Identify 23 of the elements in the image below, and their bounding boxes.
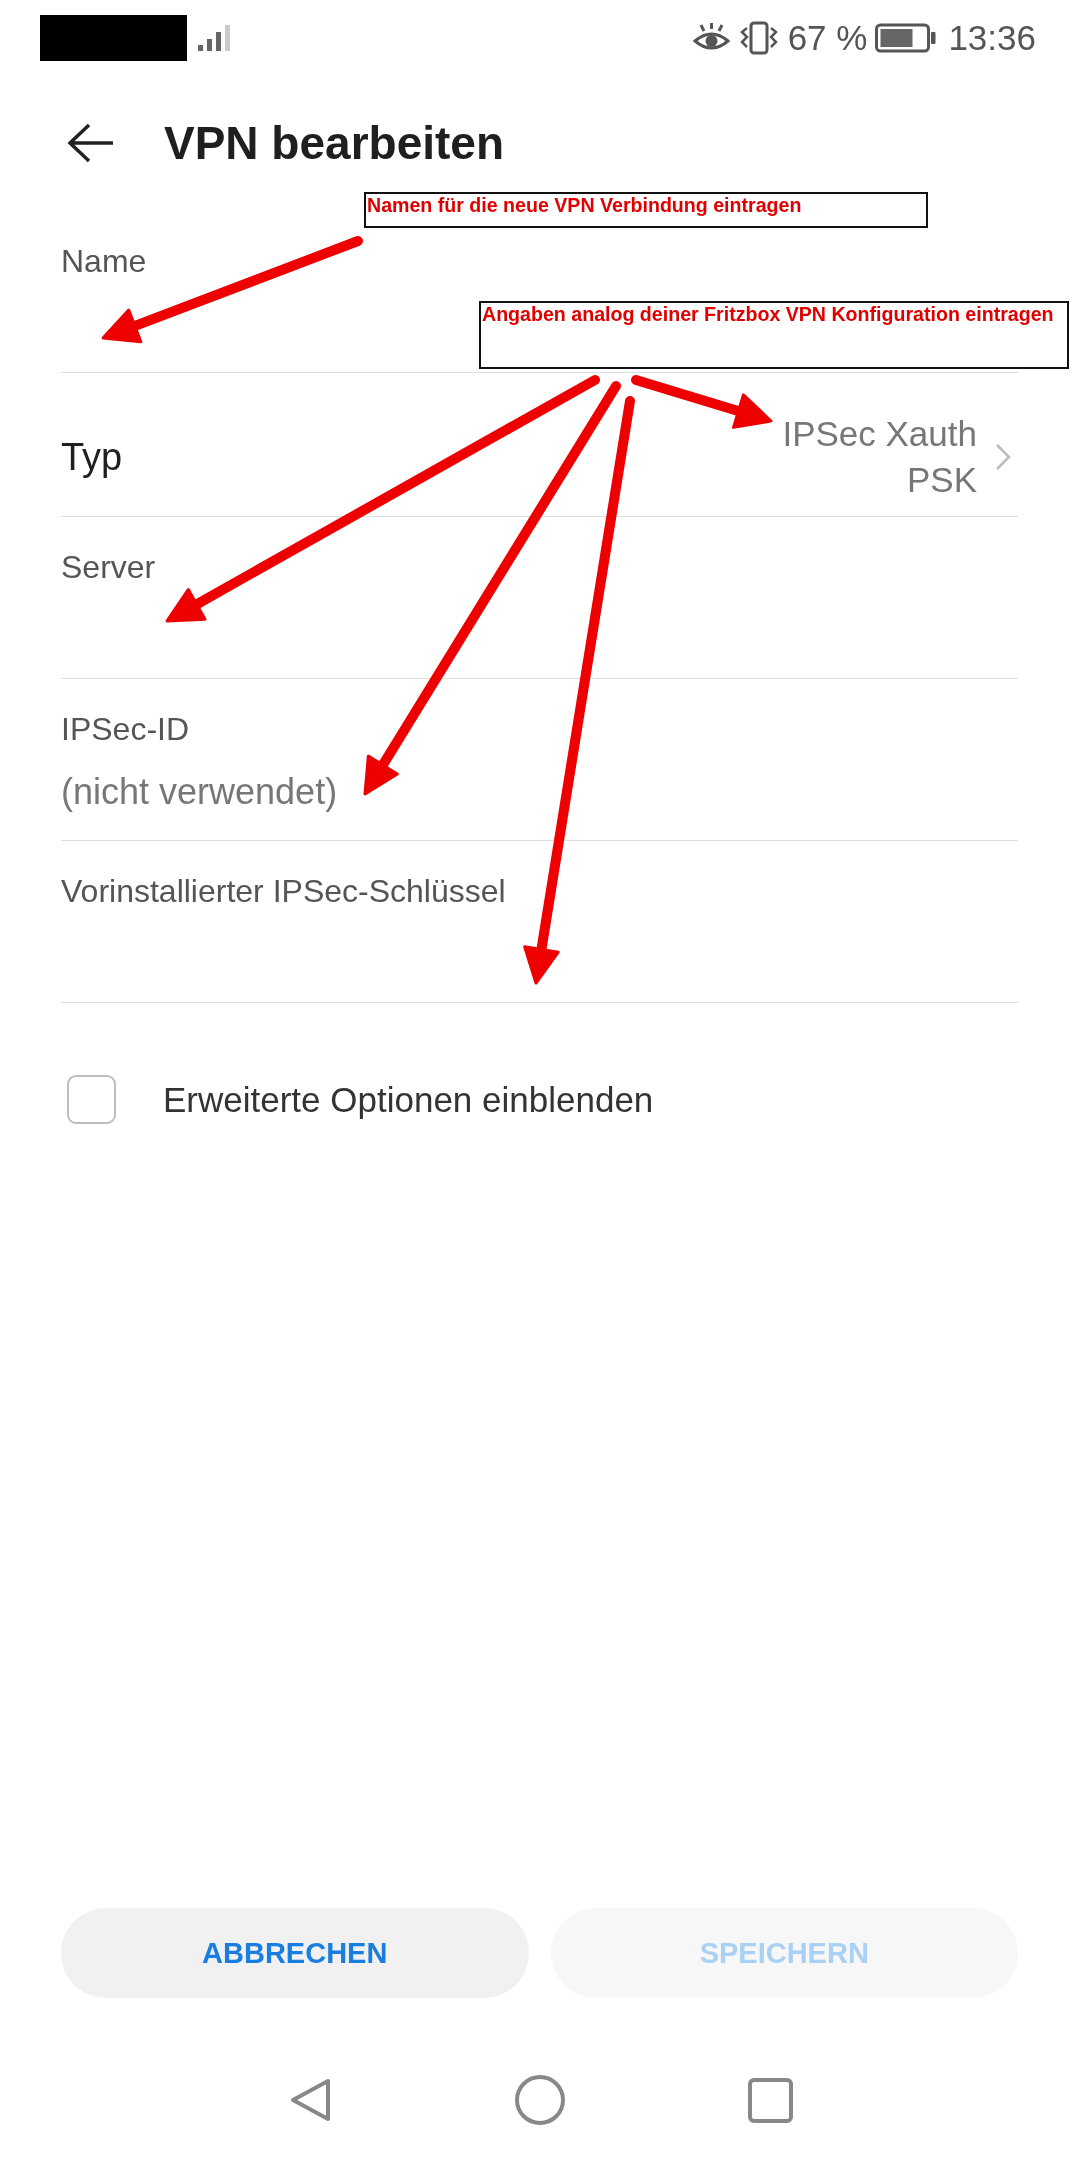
battery-percent: 67 % [787, 17, 868, 58]
input-field[interactable]: (nicht verwendet) [61, 749, 1018, 841]
annotation-tooltip: Angaben analog deiner Fritzbox VPN Konfiguration eintragen [479, 301, 1069, 369]
clock-time: 13:36 [948, 17, 1036, 58]
checkbox[interactable] [67, 1075, 116, 1124]
checkbox-label[interactable]: Erweiterte Optionen einblenden [163, 1077, 654, 1122]
type-value[interactable]: IPSec Xauth PSK [777, 411, 977, 503]
annotation-tooltip: Namen für die neue VPN Verbindung eintragen [364, 192, 928, 228]
field-label: Server [61, 548, 156, 587]
cancel-button[interactable]: ABBRECHEN [61, 1908, 529, 1998]
field-label: Name [61, 242, 147, 281]
screen-title: VPN bearbeiten [164, 116, 504, 171]
field-label: Vorinstallierter IPSec-Schlüssel [61, 872, 506, 911]
eye-icon [692, 22, 730, 53]
field-label: IPSec-ID [61, 710, 190, 749]
chevron-icon[interactable] [994, 443, 1012, 471]
nav-recents-icon[interactable] [747, 2077, 793, 2123]
back-icon[interactable] [67, 123, 115, 163]
battery-icon [875, 22, 937, 53]
field-label: Typ [61, 435, 123, 480]
signal-icon [198, 24, 232, 51]
nav-home-icon[interactable] [515, 2075, 565, 2125]
nav-back-icon[interactable] [288, 2077, 332, 2123]
